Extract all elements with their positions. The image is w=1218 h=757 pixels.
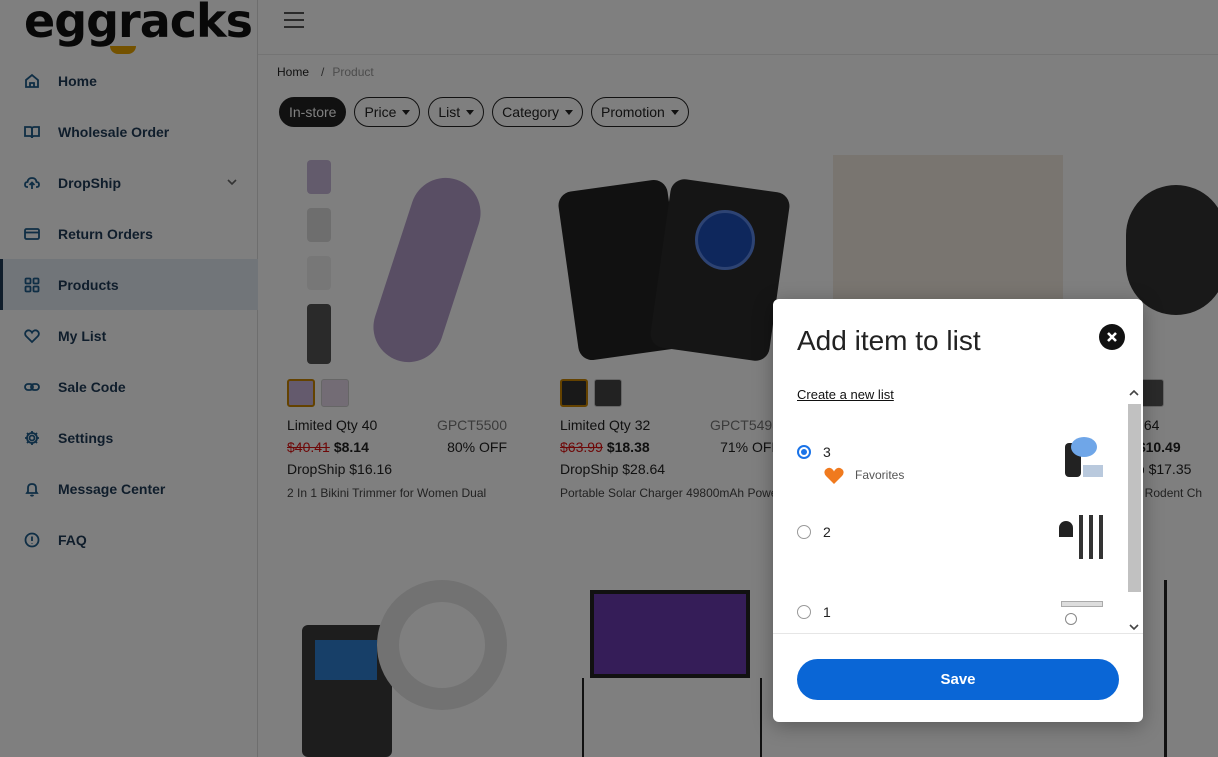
list-name: 2 (823, 524, 831, 540)
list-thumbnail (1057, 515, 1107, 569)
list-option[interactable]: 3 Favorites (797, 437, 1107, 525)
modal-title: Add item to list (797, 325, 981, 356)
heart-icon (824, 467, 844, 484)
close-icon (1107, 332, 1117, 342)
list-radio[interactable] (797, 525, 811, 539)
list-name: 3 (823, 444, 831, 460)
close-button[interactable] (1099, 324, 1125, 350)
save-button[interactable]: Save (797, 659, 1119, 700)
list-option[interactable]: 1 (797, 601, 1107, 633)
favorites-label: Favorites (855, 468, 905, 482)
add-to-list-modal: Add item to list Create a new list 3 Fav… (773, 299, 1143, 722)
scroll-up-icon[interactable] (1127, 386, 1141, 400)
modal-divider (773, 633, 1143, 634)
list-option[interactable]: 2 (797, 515, 1107, 605)
list-thumbnail (1057, 595, 1107, 633)
scroll-down-icon[interactable] (1127, 620, 1141, 634)
list-name: 1 (823, 604, 831, 620)
list-scrollbar[interactable] (1127, 386, 1141, 634)
scroll-thumb[interactable] (1128, 404, 1141, 592)
list-options: 3 Favorites 2 1 (773, 385, 1143, 633)
list-radio[interactable] (797, 445, 811, 459)
favorites-tag: Favorites (823, 464, 904, 486)
list-radio[interactable] (797, 605, 811, 619)
list-thumbnail (1057, 435, 1107, 489)
